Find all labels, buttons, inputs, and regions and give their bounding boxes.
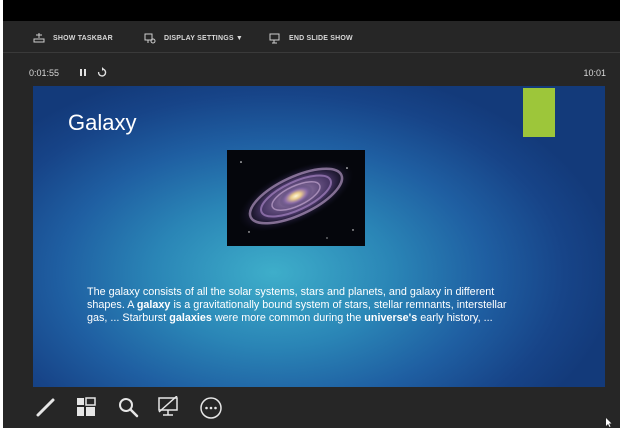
- more-options-icon[interactable]: [199, 396, 223, 425]
- body-text-bold: galaxy: [136, 299, 171, 311]
- presenter-toolbar: SHOW TASKBAR DISPLAY SETTINGS ▼ END SLID…: [3, 21, 620, 53]
- mouse-pointer-icon: [606, 414, 612, 432]
- body-text-part: early history, ...: [417, 312, 493, 324]
- body-text-bold: universe's: [364, 312, 418, 324]
- show-taskbar-button[interactable]: SHOW TASKBAR: [33, 30, 113, 46]
- black-screen-icon[interactable]: [157, 395, 181, 423]
- body-text-bold: galaxies: [169, 312, 212, 324]
- current-time: 10:01: [583, 68, 606, 78]
- end-show-icon: [269, 33, 280, 43]
- pause-icon[interactable]: [79, 68, 87, 79]
- current-slide[interactable]: Galaxy The galaxy consists of all the so…: [33, 86, 605, 387]
- display-settings-button[interactable]: DISPLAY SETTINGS ▼: [144, 30, 243, 46]
- slideshow-presenter-view: SHOW TASKBAR DISPLAY SETTINGS ▼ END SLID…: [3, 0, 620, 428]
- taskbar-icon: [33, 33, 45, 43]
- presenter-tools: [3, 390, 620, 426]
- zoom-icon[interactable]: [117, 396, 139, 423]
- end-slide-show-button[interactable]: END SLIDE SHOW: [269, 30, 353, 46]
- elapsed-time: 0:01:55: [29, 68, 60, 78]
- window-top-bar: [3, 0, 620, 21]
- galaxy-image: [227, 150, 365, 246]
- display-settings-icon: [144, 33, 156, 43]
- restart-timer-icon[interactable]: [97, 66, 107, 80]
- slide-title: Galaxy: [68, 110, 137, 135]
- slide-accent-bar: [523, 88, 555, 137]
- slide-body-text: The galaxy consists of all the solar sys…: [87, 286, 527, 325]
- pen-icon[interactable]: [35, 396, 57, 423]
- end-slide-show-label: END SLIDE SHOW: [289, 34, 353, 42]
- display-settings-label: DISPLAY SETTINGS ▼: [164, 34, 243, 42]
- body-text-part: were more common during the: [211, 312, 365, 324]
- see-all-slides-icon[interactable]: [75, 396, 97, 423]
- show-taskbar-label: SHOW TASKBAR: [53, 34, 113, 42]
- timer-row: 0:01:55 10:01: [3, 64, 620, 84]
